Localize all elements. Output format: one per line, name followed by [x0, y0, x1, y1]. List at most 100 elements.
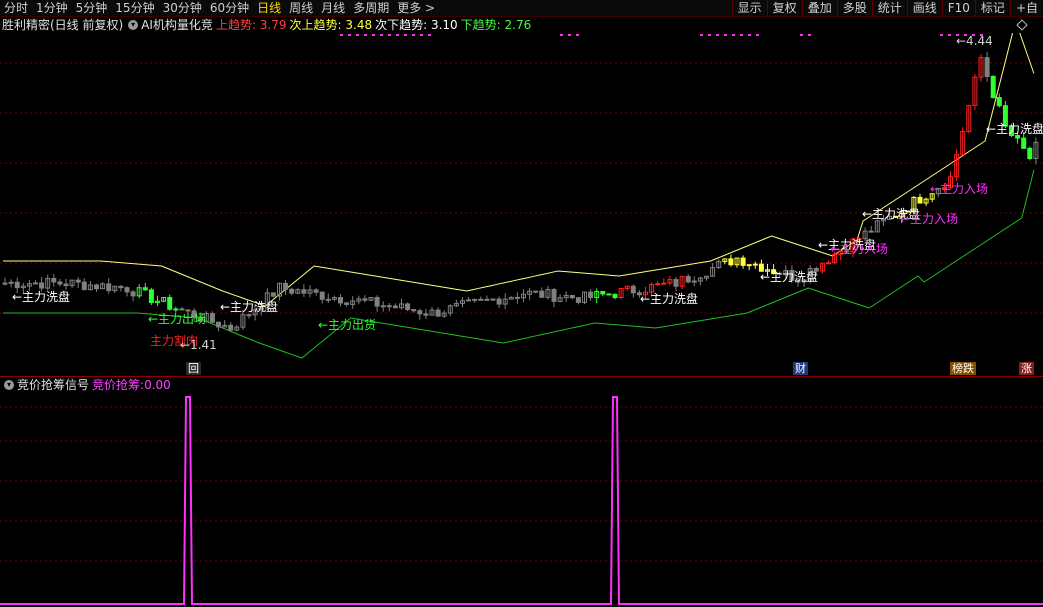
tool-button-2[interactable]: 叠加: [801, 0, 837, 17]
signal-dot: [576, 34, 579, 36]
panel-option-diamond-icon[interactable]: [1016, 19, 1028, 31]
candle-body: [417, 310, 423, 315]
signal-line: [0, 396, 1043, 605]
signal-dot: [420, 34, 423, 36]
candle-body: [728, 258, 734, 266]
high-price-label: ←4.44: [956, 34, 993, 48]
tool-button-0[interactable]: 显示: [731, 0, 767, 17]
tool-button-8[interactable]: +自: [1009, 0, 1043, 17]
candle-body: [868, 230, 874, 233]
candle-body: [612, 293, 618, 298]
annotation-wash: ←主力洗盘: [12, 289, 70, 304]
indicator-value-1: 次上趋势: 3.48: [289, 18, 373, 32]
candle-body: [466, 299, 472, 302]
period-tab-0[interactable]: 分时: [0, 0, 32, 17]
candle-body: [380, 305, 386, 308]
event-marker-0[interactable]: 回: [186, 362, 201, 375]
tool-button-7[interactable]: 标记: [974, 0, 1010, 17]
candle-body: [39, 282, 45, 289]
candle-body: [33, 282, 38, 285]
candle-body: [472, 298, 478, 301]
period-toolbar: 分时 1分钟 5分钟 15分钟 30分钟 60分钟 日线 周线 月线 多周期 更多 > 显示 复权 叠加…: [0, 0, 1043, 17]
candle-body: [826, 262, 831, 265]
candle-body: [984, 57, 990, 77]
signal-dot: [732, 34, 735, 36]
candle-body: [990, 75, 996, 99]
candle-body: [386, 305, 392, 308]
tool-button-6[interactable]: F10: [941, 0, 975, 17]
candle-body: [484, 298, 490, 301]
period-tab-2[interactable]: 5分钟: [72, 0, 112, 17]
signal-dot: [340, 34, 343, 36]
candle-body: [289, 288, 295, 294]
candle-body: [167, 297, 173, 310]
annotation-wash: ←主力洗盘: [760, 269, 818, 284]
period-tab-5[interactable]: 60分钟: [206, 0, 253, 17]
sub-indicator-value: 0.00: [144, 378, 171, 392]
sub-indicator-title: 竞价抢筹信号: [17, 378, 90, 392]
sub-chart[interactable]: [0, 393, 1043, 607]
tool-button-5[interactable]: 画线: [906, 0, 942, 17]
signal-dot: [716, 34, 719, 36]
lower-band-line: [3, 169, 1035, 359]
sub-info-line: ▾ 竞价抢筹信号 竞价抢筹: 0.00: [2, 377, 174, 393]
signal-dot: [396, 34, 399, 36]
candle-body: [228, 324, 234, 331]
period-tab-4[interactable]: 30分钟: [159, 0, 206, 17]
signal-dot: [380, 34, 383, 36]
candle-body: [124, 287, 130, 293]
period-tab-8[interactable]: 月线: [317, 0, 349, 17]
tool-button-3[interactable]: 多股: [836, 0, 872, 17]
sub-indicator-settings-icon[interactable]: ▾: [4, 380, 14, 390]
event-marker-2[interactable]: 榜跌: [950, 362, 976, 375]
signal-dot: [364, 34, 367, 36]
period-tab-9[interactable]: 多周期: [349, 0, 393, 17]
candle-body: [569, 294, 575, 299]
candle-body: [173, 308, 179, 311]
signal-dot: [724, 34, 727, 36]
period-tab-3[interactable]: 15分钟: [111, 0, 158, 17]
indicator-value-3: 下趋势: 2.76: [460, 18, 532, 32]
tool-button-1[interactable]: 复权: [766, 0, 802, 17]
candle-body: [606, 293, 612, 296]
candle-body: [673, 279, 679, 287]
event-marker-1[interactable]: 财: [793, 362, 808, 375]
signal-dot: [756, 34, 759, 36]
candle-body: [81, 281, 87, 291]
signal-dot: [808, 34, 811, 36]
candle-body: [313, 289, 319, 293]
candle-body: [496, 298, 502, 305]
candle-body: [301, 289, 307, 294]
candle-body: [405, 303, 411, 311]
candle-body: [14, 281, 20, 289]
candle-body: [392, 305, 398, 309]
candle-body: [435, 309, 441, 317]
period-tab-7[interactable]: 周线: [285, 0, 317, 17]
indicator-settings-icon[interactable]: ▾: [128, 20, 139, 30]
tool-button-4[interactable]: 统计: [871, 0, 907, 17]
signal-dot: [948, 34, 951, 36]
signal-dot: [412, 34, 415, 36]
period-tab-1[interactable]: 1分钟: [32, 0, 72, 17]
candle-body: [588, 291, 594, 299]
candle-body: [344, 302, 350, 305]
annotation-wash: ←主力洗盘: [986, 121, 1043, 136]
main-chart[interactable]: ←主力洗盘←主力洗盘←主力洗盘←主力洗盘←主力洗盘←主力洗盘←主力洗盘←主力入场…: [0, 33, 1043, 376]
candle-body: [63, 283, 69, 287]
right-tools: 显示 复权 叠加 多股 统计 画线 F10 标记 +自: [731, 0, 1043, 17]
candle-body: [325, 298, 331, 301]
signal-dot: [356, 34, 359, 36]
period-tab-6[interactable]: 日线: [253, 0, 285, 17]
candle-body: [1021, 137, 1027, 149]
indicator-values: 上趋势: 3.79 次上趋势: 3.48 次下趋势: 3.10 下趋势: 2.76: [216, 17, 534, 33]
signal-dot: [388, 34, 391, 36]
period-tab-10[interactable]: 更多 >: [393, 0, 439, 17]
event-marker-3[interactable]: 涨: [1019, 362, 1034, 375]
candle-body: [533, 290, 539, 293]
candle-body: [551, 289, 557, 302]
annotation-exit: ←主力出货: [318, 317, 376, 332]
candle-body: [685, 276, 691, 283]
candle-body: [655, 283, 661, 286]
candle-body: [118, 285, 124, 289]
signal-dot: [428, 34, 431, 36]
